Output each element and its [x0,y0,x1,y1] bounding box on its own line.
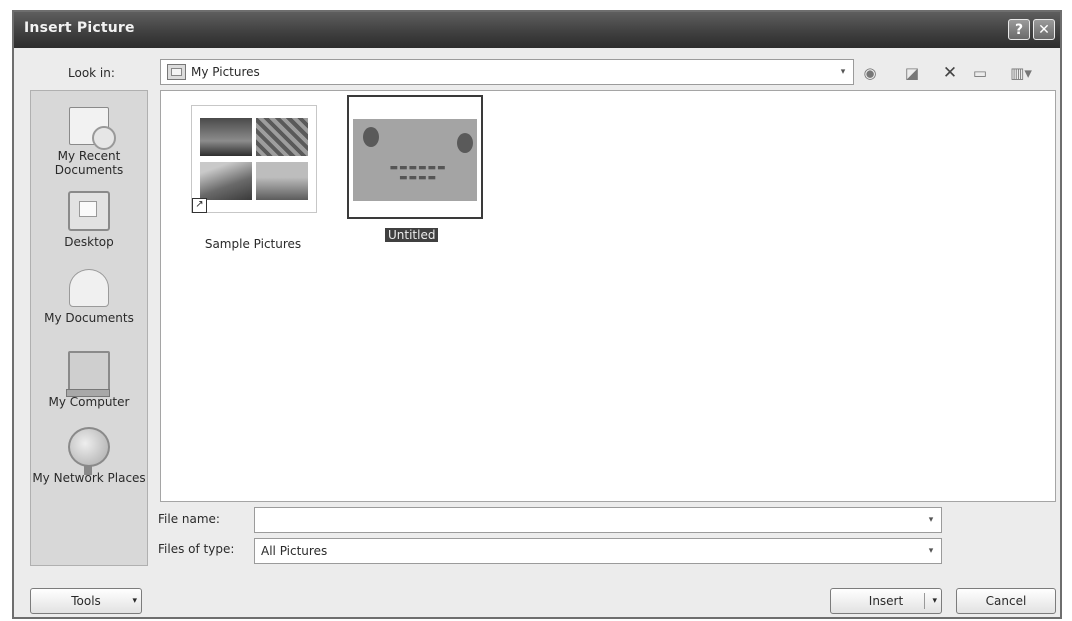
file-name-label: File name: [158,512,220,526]
balloon-icon [363,127,379,147]
new-folder-icon[interactable]: ▭ [970,63,990,83]
place-my-documents[interactable]: My Documents [31,269,147,325]
tools-button[interactable]: Tools ▾ [30,588,142,614]
title-bar: Insert Picture ? ✕ [14,12,1060,48]
files-of-type-label: Files of type: [158,542,235,556]
files-of-type-value: All Pictures [261,544,328,558]
file-name-field[interactable]: ▾ [254,507,942,533]
chevron-down-icon[interactable]: ▾ [932,589,937,613]
slide-preview: ▬▬▬▬▬▬ ▬▬▬▬ [353,119,477,201]
cancel-button[interactable]: Cancel [956,588,1056,614]
help-button[interactable]: ? [1008,19,1030,40]
folder-thumbnail: ↗ [191,105,317,213]
place-my-network-places[interactable]: My Network Places [31,427,147,485]
up-folder-icon[interactable]: ◪ [902,63,922,83]
balloon-icon [457,133,473,153]
files-of-type-dropdown[interactable]: All Pictures ▾ [254,538,942,564]
file-list[interactable]: ↗ Sample Pictures ▬▬▬▬▬▬ ▬▬▬▬ Untitled [160,90,1056,502]
network-places-icon [68,427,110,475]
close-button[interactable]: ✕ [1033,19,1055,40]
recent-documents-icon [69,107,116,150]
my-documents-icon [69,269,109,307]
look-in-dropdown[interactable]: My Pictures ▾ [160,59,854,85]
slide-preview-text: ▬▬▬▬▬▬ ▬▬▬▬ [389,163,447,183]
insert-picture-dialog: Insert Picture ? ✕ Look in: My Pictures … [12,10,1062,619]
insert-button-label: Insert [868,594,904,608]
look-in-label: Look in: [68,66,115,80]
insert-button[interactable]: Insert ▾ [830,588,942,614]
my-computer-icon [66,351,110,397]
photo-thumbnail [200,118,252,156]
dialog-title: Insert Picture [24,20,135,36]
delete-icon[interactable]: ✕ [940,63,960,83]
chevron-down-icon[interactable]: ▾ [923,542,939,560]
cancel-button-label: Cancel [985,594,1027,608]
photo-thumbnail [256,162,308,200]
photo-thumbnail [256,118,308,156]
chevron-down-icon[interactable]: ▾ [835,63,851,81]
chevron-down-icon: ▾ [132,596,137,606]
file-item-label-selected: Untitled [385,228,439,242]
views-menu-icon[interactable]: ▥▾ [1004,63,1038,83]
place-label: My Documents [44,311,134,325]
split-divider [924,593,925,609]
place-my-computer[interactable]: My Computer [31,351,147,409]
back-icon[interactable]: ◉ [860,63,880,83]
place-label: My Computer [48,395,130,409]
place-label: Desktop [64,235,114,249]
place-label: My Recent Documents [54,149,124,177]
place-my-recent-documents[interactable]: My Recent Documents [31,107,147,177]
place-desktop[interactable]: Desktop [31,191,147,249]
chevron-down-icon[interactable]: ▾ [923,511,939,529]
image-thumbnail: ▬▬▬▬▬▬ ▬▬▬▬ [347,95,483,219]
tools-button-label: Tools [71,594,101,608]
shortcut-arrow-icon: ↗ [192,198,207,213]
desktop-icon [68,191,110,231]
places-bar: My Recent Documents Desktop My Documents… [30,90,148,566]
file-item-label: Sample Pictures [204,237,302,251]
photo-thumbnail [200,162,252,200]
look-in-value: My Pictures [191,65,260,79]
folder-icon [167,64,186,80]
